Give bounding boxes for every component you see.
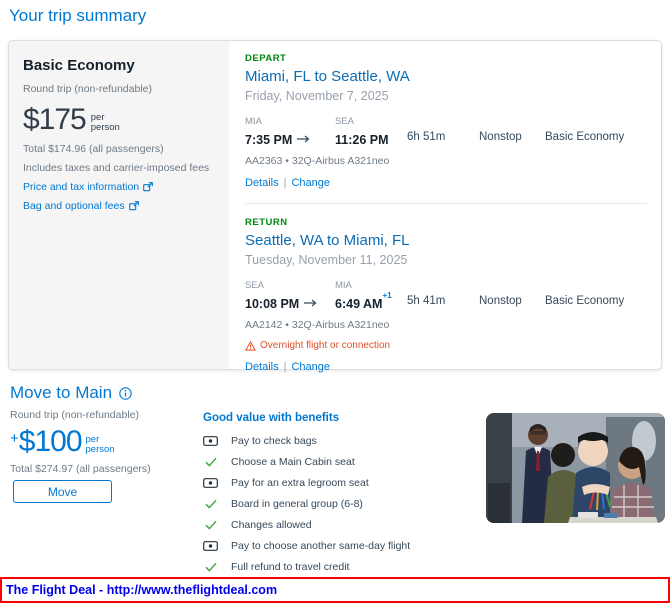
destination-airport-code: SEA <box>335 116 407 127</box>
details-link[interactable]: Details <box>245 361 279 373</box>
check-icon <box>203 562 218 572</box>
arrival-time: 6:49 AM+1 <box>335 296 392 311</box>
return-segment: RETURN Seattle, WA to Miami, FL Tuesday,… <box>245 217 647 373</box>
arrival-time: 11:26 PM <box>335 132 389 147</box>
move-button[interactable]: Move <box>13 480 112 503</box>
money-icon <box>203 478 218 488</box>
external-link-icon <box>129 201 139 211</box>
bag-optional-fees-link[interactable]: Bag and optional fees <box>23 200 215 212</box>
cabin-photo <box>486 413 665 523</box>
segment-links: Details|Change <box>245 361 647 373</box>
departure-time: 7:35 PM <box>245 133 310 147</box>
overnight-warning: Overnight flight or connection <box>245 340 647 351</box>
segment-date: Tuesday, November 11, 2025 <box>245 253 647 267</box>
money-icon <box>203 541 218 551</box>
change-link[interactable]: Change <box>291 177 330 189</box>
segment-links: Details|Change <box>245 177 647 189</box>
benefit-item: Pay for an extra legroom seat <box>203 477 473 489</box>
arrow-right-icon <box>304 299 317 307</box>
segment-direction-label: DEPART <box>245 53 647 64</box>
flight-detail-row: MIA 7:35 PM SEA 11:26 PM 6h 51m Nonstop … <box>245 116 647 149</box>
depart-segment: DEPART Miami, FL to Seattle, WA Friday, … <box>245 53 647 189</box>
flight-deal-banner-text: The Flight Deal - http://www.theflightde… <box>2 583 277 597</box>
flight-segments-panel: DEPART Miami, FL to Seattle, WA Friday, … <box>229 41 661 369</box>
benefits-list: Good value with benefits Pay to check ba… <box>203 412 473 582</box>
external-link-icon <box>143 182 153 192</box>
flight-stops: Nonstop <box>479 280 545 313</box>
fare-summary-panel: Basic Economy Round trip (non-refundable… <box>9 41 229 369</box>
fare-total: Total $174.96 (all passengers) <box>23 143 215 155</box>
segment-route: Miami, FL to Seattle, WA <box>245 68 647 85</box>
departure-time: 10:08 PM <box>245 297 317 311</box>
details-link[interactable]: Details <box>245 177 279 189</box>
fare-price: $175 per person <box>23 105 215 135</box>
flight-duration: 6h 51m <box>407 116 479 149</box>
warning-triangle-icon <box>245 341 256 351</box>
upgrade-price-amount: $100 <box>19 427 82 457</box>
fare-trip-type: Round trip (non-refundable) <box>23 83 215 95</box>
origin-airport-code: SEA <box>245 280 335 291</box>
price-tax-information-link[interactable]: Price and tax information <box>23 181 215 193</box>
flight-cabin: Basic Economy <box>545 280 647 313</box>
segment-divider <box>245 203 647 204</box>
flight-stops: Nonstop <box>479 116 545 149</box>
check-icon <box>203 457 218 467</box>
price-plus-sign: + <box>10 430 19 447</box>
fare-includes: Includes taxes and carrier-imposed fees <box>23 162 215 174</box>
destination-airport-code: MIA <box>335 280 407 291</box>
flight-number-aircraft: AA2363 • 32Q-Airbus A321neo <box>245 155 647 167</box>
flight-duration: 5h 41m <box>407 280 479 313</box>
check-icon <box>203 499 218 509</box>
upgrade-section-title: Move to Main <box>10 383 132 403</box>
benefit-item: Choose a Main Cabin seat <box>203 456 473 468</box>
segment-direction-label: RETURN <box>245 217 647 228</box>
benefit-item: Board in general group (6-8) <box>203 498 473 510</box>
page-title: Your trip summary <box>9 6 146 26</box>
upgrade-price: + $100 per person <box>10 427 195 457</box>
flight-cabin: Basic Economy <box>545 116 647 149</box>
benefit-item: Changes allowed <box>203 519 473 531</box>
segment-date: Friday, November 7, 2025 <box>245 89 647 103</box>
fare-name: Basic Economy <box>23 57 215 74</box>
origin-airport-code: MIA <box>245 116 335 127</box>
money-icon <box>203 436 218 446</box>
flight-detail-row: SEA 10:08 PM MIA 6:49 AM+1 5h 41m Nonsto… <box>245 280 647 313</box>
benefit-item: Pay to check bags <box>203 435 473 447</box>
benefits-title: Good value with benefits <box>203 412 473 424</box>
upgrade-trip-type: Round trip (non-refundable) <box>10 409 195 421</box>
flight-deal-banner[interactable]: The Flight Deal - http://www.theflightde… <box>0 577 670 603</box>
trip-summary-card: Basic Economy Round trip (non-refundable… <box>8 40 662 370</box>
next-day-indicator: +1 <box>382 291 391 300</box>
benefit-item: Full refund to travel credit <box>203 561 473 573</box>
arrow-right-icon <box>297 135 310 143</box>
change-link[interactable]: Change <box>291 361 330 373</box>
info-icon[interactable] <box>119 387 132 400</box>
fare-price-amount: $175 <box>23 105 86 135</box>
check-icon <box>203 520 218 530</box>
upgrade-price-unit: per person <box>86 435 115 456</box>
fare-price-unit: per person <box>91 113 120 134</box>
flight-number-aircraft: AA2142 • 32Q-Airbus A321neo <box>245 319 647 331</box>
upgrade-price-block: Round trip (non-refundable) + $100 per p… <box>10 409 195 475</box>
benefit-item: Pay to choose another same-day flight <box>203 540 473 552</box>
upgrade-total: Total $274.97 (all passengers) <box>10 463 195 475</box>
trip-summary-page: Your trip summary Basic Economy Round tr… <box>0 0 670 604</box>
segment-route: Seattle, WA to Miami, FL <box>245 232 647 249</box>
